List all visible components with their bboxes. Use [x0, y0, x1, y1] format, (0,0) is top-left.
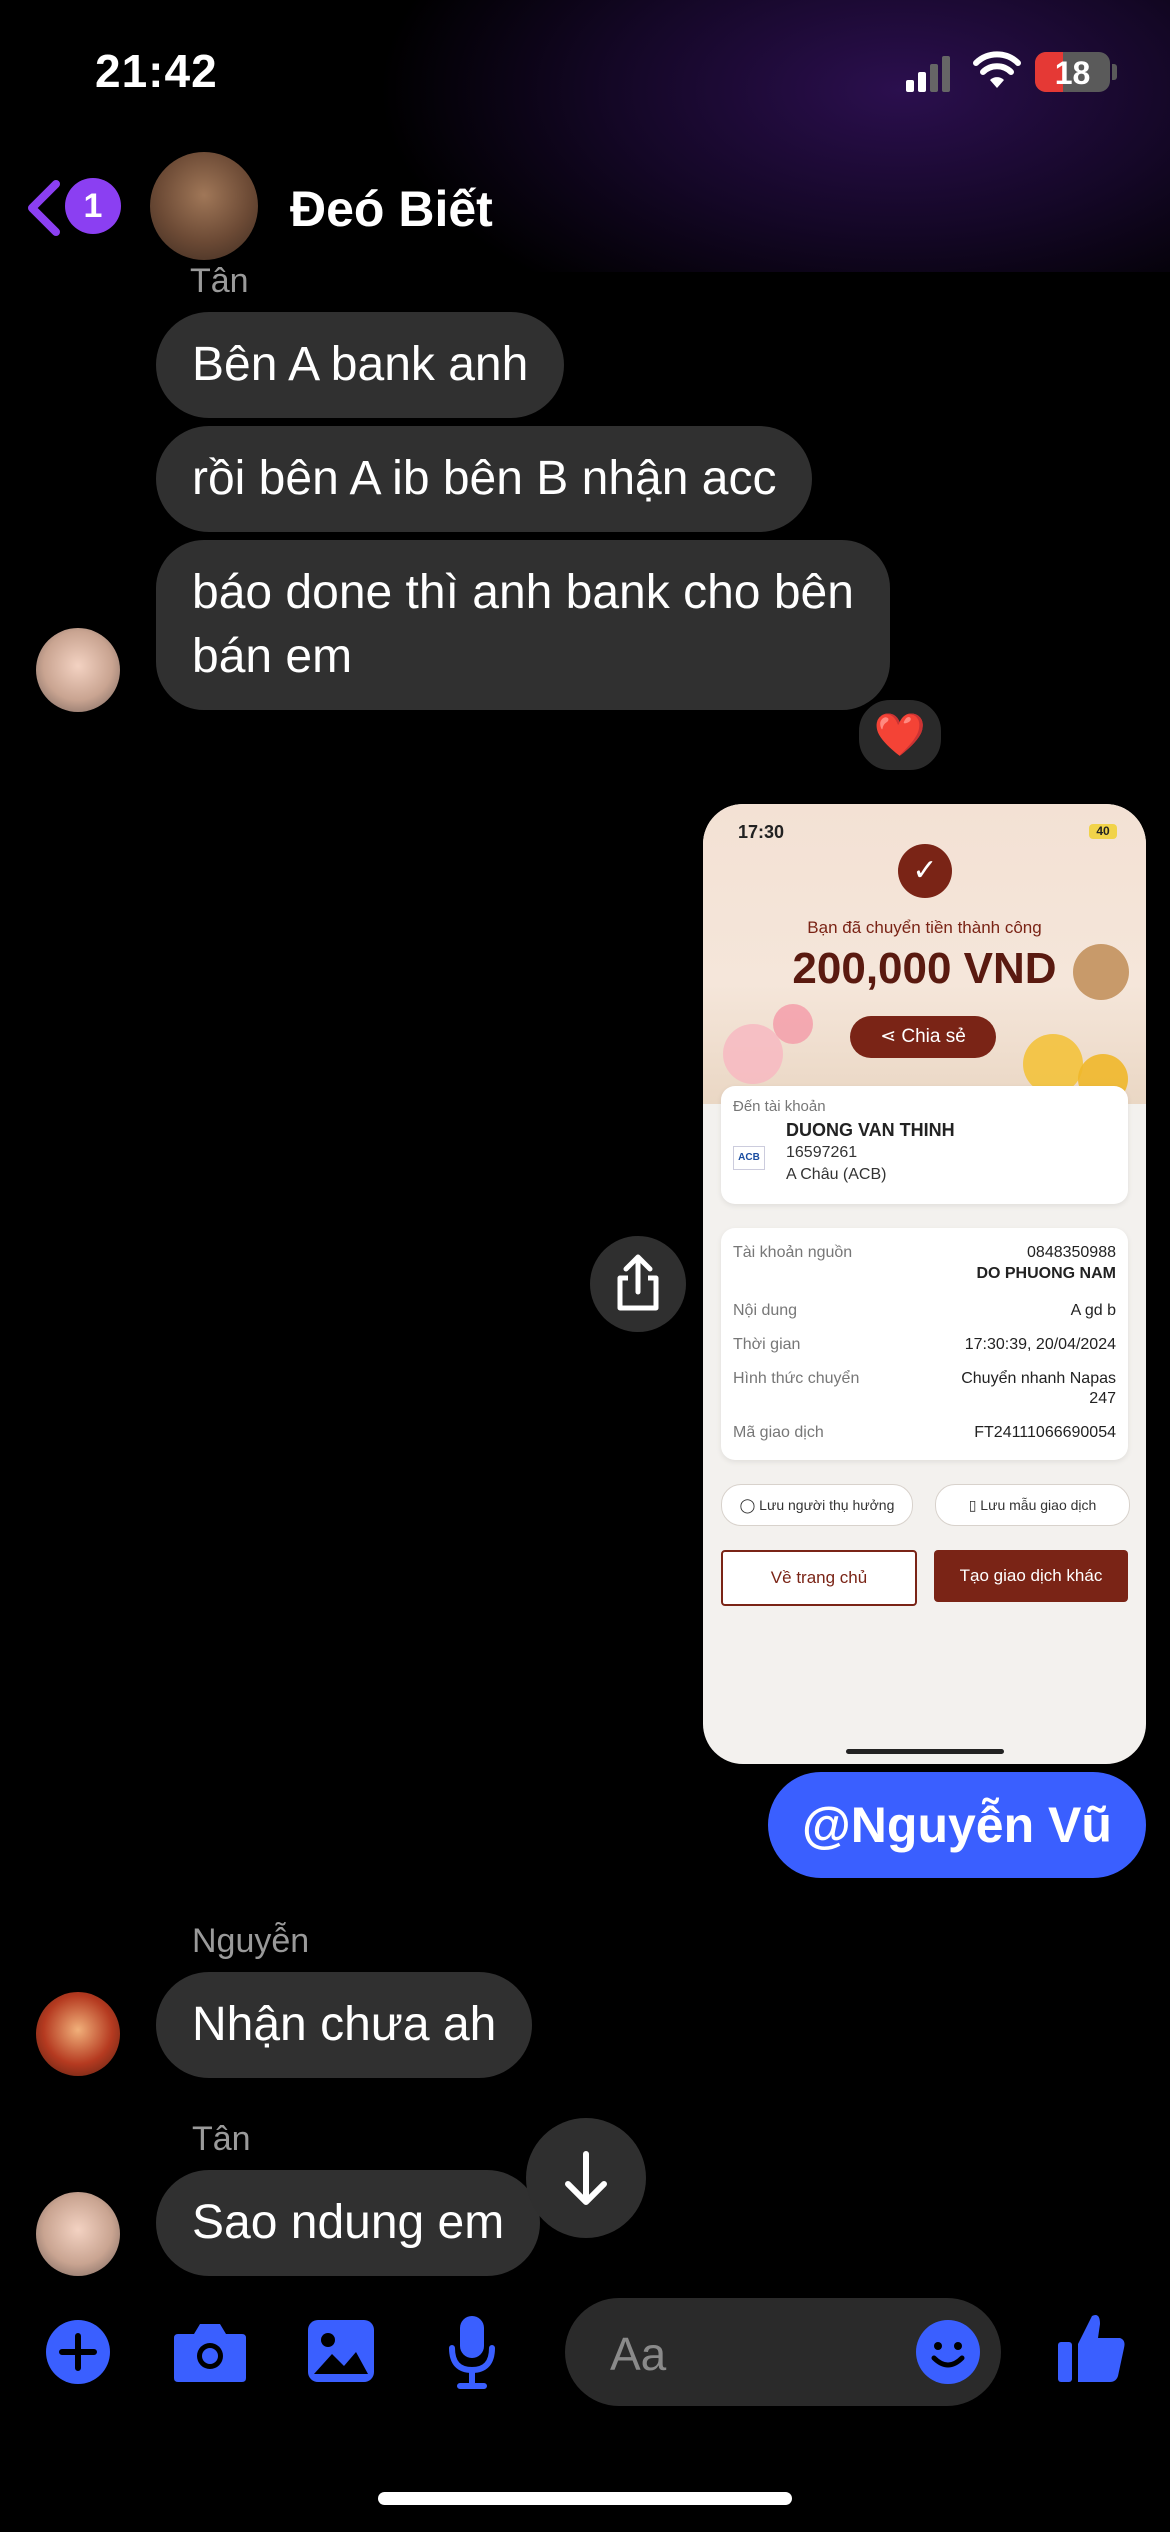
receipt-share-button: ⋖ Chia sẻ — [850, 1016, 996, 1058]
recipient-bank: A Châu (ACB) — [786, 1166, 887, 1183]
detail-label: Thời gian — [733, 1336, 801, 1353]
emoji-icon[interactable] — [914, 2318, 982, 2386]
detail-value: Chuyển nhanh Napas — [961, 1370, 1116, 1387]
detail-value: FT24111066690054 — [974, 1424, 1116, 1441]
message-bubble[interactable]: rồi bên A ib bên B nhận acc — [156, 426, 813, 532]
camera-icon[interactable] — [172, 2318, 248, 2384]
message-text: bán em — [192, 630, 353, 683]
recipient-name: DUONG VAN THINH — [786, 1120, 955, 1140]
scroll-to-bottom-button[interactable] — [526, 2118, 646, 2238]
save-template-label: Lưu mẫu giao dịch — [980, 1497, 1097, 1513]
message-text: Bên A bank anh — [192, 338, 529, 391]
detail-label: Hình thức chuyển — [733, 1370, 860, 1387]
sender-avatar[interactable] — [36, 1992, 120, 2076]
acb-logo: ACB — [733, 1146, 765, 1170]
detail-value: 0848350988 — [1027, 1244, 1116, 1261]
message-text: Nhận chưa ah — [192, 1998, 497, 2051]
blossom-decoration — [773, 1004, 813, 1044]
receipt-share-label: Chia sẻ — [901, 1026, 966, 1047]
back-chevron-icon[interactable] — [24, 178, 64, 238]
transfer-amount: 200,000 VND — [792, 944, 1057, 993]
detail-label: Nội dung — [733, 1302, 798, 1319]
apricot-flower-decoration — [1023, 1034, 1083, 1094]
sender-name: Tân — [192, 2120, 251, 2158]
sender-name: Nguyễn — [192, 1922, 310, 1960]
arrow-down-icon — [565, 2151, 607, 2205]
receipt-home-indicator — [846, 1749, 1004, 1754]
transaction-details-card: Tài khoản nguồn 0848350988 DO PHUONG NAM… — [721, 1228, 1128, 1460]
document-icon: ▯ — [968, 1497, 981, 1513]
detail-label: Mã giao dịch — [733, 1424, 824, 1441]
detail-value: DO PHUONG NAM — [976, 1265, 1116, 1282]
battery-nub — [1112, 64, 1117, 80]
plus-icon[interactable] — [44, 2318, 112, 2386]
detail-value: A gd b — [1070, 1302, 1116, 1319]
message-text: báo done thì anh bank cho bên — [192, 566, 854, 619]
battery-indicator: 18 — [1035, 52, 1110, 92]
sender-avatar[interactable] — [36, 628, 120, 712]
receipt-battery: 40 — [1089, 824, 1117, 839]
unread-count-badge[interactable]: 1 — [65, 178, 121, 234]
microphone-icon[interactable] — [446, 2314, 498, 2390]
success-message: Bạn đã chuyển tiền thành công — [807, 918, 1042, 937]
cellular-signal-icon — [906, 56, 950, 92]
success-check-icon: ✓ — [898, 844, 952, 898]
status-time: 21:42 — [95, 45, 218, 97]
detail-value: 247 — [1089, 1390, 1116, 1407]
share-icon — [617, 1254, 659, 1311]
message-text: Sao ndung em — [192, 2196, 505, 2249]
share-glyph-icon: ⋖ — [880, 1026, 902, 1047]
message-bubble[interactable]: Sao ndung em — [156, 2170, 541, 2276]
save-beneficiary-label: Lưu người thụ hưởng — [759, 1497, 895, 1513]
message-bubble[interactable]: báo done thì anh bank cho bên bán em — [156, 540, 890, 710]
home-indicator — [378, 2492, 792, 2505]
battery-level: 18 — [1054, 55, 1091, 91]
transfer-receipt-image[interactable]: 17:30 40 ✓ Bạn đã chuyển tiền thành công… — [703, 804, 1146, 1764]
new-transaction-button: Tạo giao dịch khác — [934, 1550, 1128, 1602]
heart-reaction[interactable]: ❤️ — [855, 696, 945, 774]
recipient-card: Đến tài khoản ACB DUONG VAN THINH 165972… — [721, 1086, 1128, 1204]
image-icon[interactable] — [306, 2318, 376, 2384]
thumbs-up-icon[interactable] — [1056, 2310, 1128, 2386]
sender-name: Tân — [190, 262, 249, 294]
detail-value: 17:30:39, 20/04/2024 — [964, 1336, 1116, 1353]
blossom-decoration — [723, 1024, 783, 1084]
person-icon: ◯ — [739, 1497, 760, 1513]
share-button[interactable] — [590, 1236, 686, 1332]
contact-name[interactable]: Đeó Biết — [290, 180, 493, 238]
message-text: rồi bên A ib bên B nhận acc — [192, 452, 777, 505]
sender-avatar[interactable] — [36, 2192, 120, 2276]
wifi-icon — [973, 51, 1021, 88]
save-template-pill: ▯ Lưu mẫu giao dịch — [935, 1484, 1130, 1526]
message-bubble[interactable]: Nhận chưa ah — [156, 1972, 533, 2078]
message-bubble[interactable]: Bên A bank anh — [156, 312, 565, 418]
mention-message-bubble[interactable]: @Nguyễn Vũ — [768, 1772, 1146, 1878]
contact-avatar[interactable] — [150, 152, 258, 260]
to-account-label: Đến tài khoản — [733, 1098, 826, 1115]
recipient-account: 16597261 — [786, 1144, 858, 1161]
home-button: Về trang chủ — [721, 1550, 917, 1606]
detail-label: Tài khoản nguồn — [733, 1244, 853, 1261]
save-beneficiary-pill: ◯ Lưu người thụ hưởng — [721, 1484, 913, 1526]
message-input-placeholder: Aa — [610, 2328, 667, 2380]
receipt-status-time: 17:30 — [738, 822, 785, 842]
